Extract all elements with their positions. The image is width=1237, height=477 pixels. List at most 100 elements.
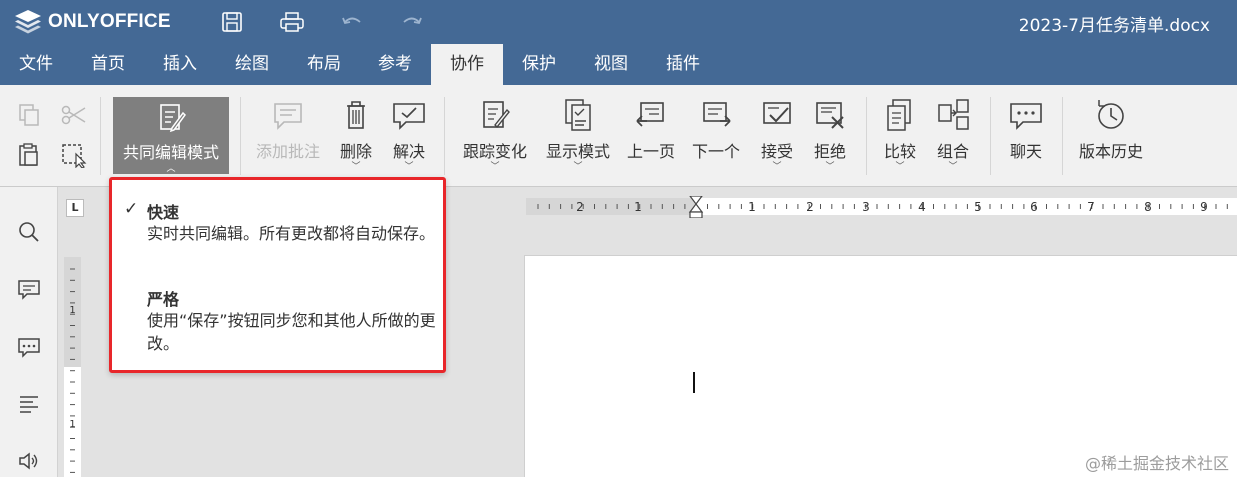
- coediting-mode-button[interactable]: 共同编辑模式 ︿: [113, 97, 229, 174]
- cut-icon[interactable]: [60, 102, 88, 128]
- save-icon[interactable]: [218, 10, 246, 34]
- chevron-down-icon: ﹀: [573, 162, 583, 172]
- menu-item-strict[interactable]: 严格 使用“保存”按钮同步您和其他人所做的更改。: [112, 278, 443, 370]
- track-changes-icon: [483, 101, 510, 129]
- copy-icon[interactable]: [16, 102, 44, 128]
- previous-change-button[interactable]: 上一页: [623, 97, 679, 177]
- compare-button[interactable]: 比较 ﹀: [878, 97, 922, 177]
- chevron-down-icon: ﹀: [772, 162, 782, 172]
- speaker-icon[interactable]: [17, 449, 41, 473]
- chat-label: 聊天: [1009, 142, 1042, 161]
- chat-icon: [1010, 103, 1042, 130]
- horizontal-ruler[interactable]: 2 1 1 2 3 4 5 6 7 8 9: [526, 196, 1237, 218]
- accept-button[interactable]: 接受 ﹀: [755, 97, 799, 177]
- chevron-down-icon: ﹀: [351, 162, 361, 172]
- ruler-number: 6: [1030, 200, 1038, 214]
- menu-item-strict-description: 使用“保存”按钮同步您和其他人所做的更改。: [147, 311, 436, 353]
- toolbar-separator: [990, 97, 991, 175]
- delete-label: 删除: [339, 142, 372, 161]
- tab-references[interactable]: 参考: [360, 44, 430, 85]
- menu-tab-bar: 文件 首页 插入 绘图 布局 参考 协作 保护 视图 插件: [0, 44, 1237, 85]
- menu-item-fast-description: 实时共同编辑。所有更改都将自动保存。: [147, 224, 436, 243]
- ruler-number: 4: [918, 200, 926, 214]
- combine-icon: [938, 99, 969, 130]
- version-history-button[interactable]: 版本历史: [1075, 97, 1147, 177]
- toolbar-separator: [240, 97, 241, 175]
- tab-view[interactable]: 视图: [575, 44, 647, 85]
- coedit-mode-label: 共同编辑模式: [122, 143, 219, 162]
- select-all-icon[interactable]: [60, 142, 88, 169]
- left-indent-marker[interactable]: [689, 211, 703, 218]
- previous-icon: [636, 102, 664, 127]
- tab-stop-selector[interactable]: L: [66, 199, 84, 217]
- accept-icon: [763, 102, 791, 124]
- version-history-label: 版本历史: [1078, 142, 1143, 161]
- comments-icon[interactable]: [17, 277, 41, 301]
- menu-item-strict-title: 严格: [147, 290, 180, 309]
- left-sidebar: [0, 187, 58, 477]
- menu-item-fast[interactable]: ✓ 快速 实时共同编辑。所有更改都将自动保存。: [112, 180, 443, 278]
- paste-icon[interactable]: [16, 142, 44, 168]
- tab-layout[interactable]: 布局: [288, 44, 360, 85]
- reject-icon: [816, 102, 844, 129]
- reject-button[interactable]: 拒绝 ﹀: [808, 97, 852, 177]
- title-bar: ONLYOFFICE 2023-7月任务清单.docx: [0, 0, 1237, 44]
- app-logo: ONLYOFFICE: [14, 9, 171, 35]
- compare-label: 比较: [883, 142, 916, 161]
- navigation-icon[interactable]: [17, 392, 41, 416]
- display-mode-button[interactable]: 显示模式 ﹀: [541, 97, 615, 177]
- chevron-down-icon: ﹀: [948, 162, 958, 172]
- ruler-number: 1: [748, 200, 756, 214]
- tab-home[interactable]: 首页: [72, 44, 144, 85]
- toolbar-separator: [1062, 97, 1063, 175]
- resolve-label: 解决: [392, 142, 425, 161]
- text-cursor: [693, 372, 695, 393]
- document-page[interactable]: [524, 255, 1237, 477]
- previous-label: 上一页: [626, 142, 675, 161]
- ruler-number: 1: [634, 200, 642, 214]
- tab-collaboration[interactable]: 协作: [431, 44, 503, 85]
- combine-button[interactable]: 组合 ﹀: [931, 97, 975, 177]
- tab-file[interactable]: 文件: [0, 44, 72, 85]
- tab-protection[interactable]: 保护: [503, 44, 575, 85]
- ruler-number: 5: [974, 200, 982, 214]
- toolbar-separator: [866, 97, 867, 175]
- ruler-number: 7: [1087, 200, 1095, 214]
- track-changes-label: 跟踪变化: [462, 142, 527, 161]
- chat-icon[interactable]: [17, 335, 41, 359]
- chat-button[interactable]: 聊天: [1004, 97, 1048, 177]
- ruler-number: 2: [806, 200, 814, 214]
- chevron-down-icon: ﹀: [404, 162, 414, 172]
- undo-icon[interactable]: [338, 10, 366, 34]
- resolve-button[interactable]: 解决 ﹀: [387, 97, 431, 177]
- ruler-number: 3: [862, 200, 870, 214]
- ruler-number: 1: [69, 419, 75, 430]
- brand-name: ONLYOFFICE: [48, 11, 171, 32]
- redo-icon[interactable]: [398, 10, 426, 34]
- onlyoffice-logo-icon: [15, 10, 41, 34]
- next-change-button[interactable]: 下一个: [688, 97, 744, 177]
- track-changes-button[interactable]: 跟踪变化 ﹀: [458, 97, 532, 177]
- display-mode-icon: [565, 99, 591, 131]
- vertical-ruler[interactable]: 11: [64, 257, 81, 477]
- add-comment-button[interactable]: 添加批注: [252, 97, 324, 177]
- ruler-number: 1: [69, 305, 75, 316]
- trash-icon: [347, 101, 365, 129]
- history-icon: [1098, 100, 1124, 129]
- search-icon[interactable]: [17, 220, 41, 244]
- coediting-mode-menu: ✓ 快速 实时共同编辑。所有更改都将自动保存。 严格 使用“保存”按钮同步您和其…: [109, 177, 446, 373]
- combine-label: 组合: [936, 142, 969, 161]
- tab-plugins[interactable]: 插件: [647, 44, 719, 85]
- tab-draw[interactable]: 绘图: [216, 44, 288, 85]
- toolbar: 共同编辑模式 ︿ 添加批注 删除 ﹀ 解决 ﹀ 跟踪变化 ﹀ 显示模式 ﹀ 上一…: [0, 85, 1237, 187]
- display-mode-label: 显示模式: [545, 142, 610, 161]
- delete-button[interactable]: 删除 ﹀: [334, 97, 378, 177]
- toolbar-separator: [444, 97, 445, 175]
- coedit-mode-icon: [160, 104, 186, 133]
- ruler-number: 8: [1144, 200, 1152, 214]
- tab-insert[interactable]: 插入: [144, 44, 216, 85]
- resolve-comment-icon: [393, 103, 425, 130]
- reject-label: 拒绝: [813, 142, 846, 161]
- document-title: 2023-7月任务清单.docx: [1018, 16, 1210, 36]
- print-icon[interactable]: [278, 10, 306, 34]
